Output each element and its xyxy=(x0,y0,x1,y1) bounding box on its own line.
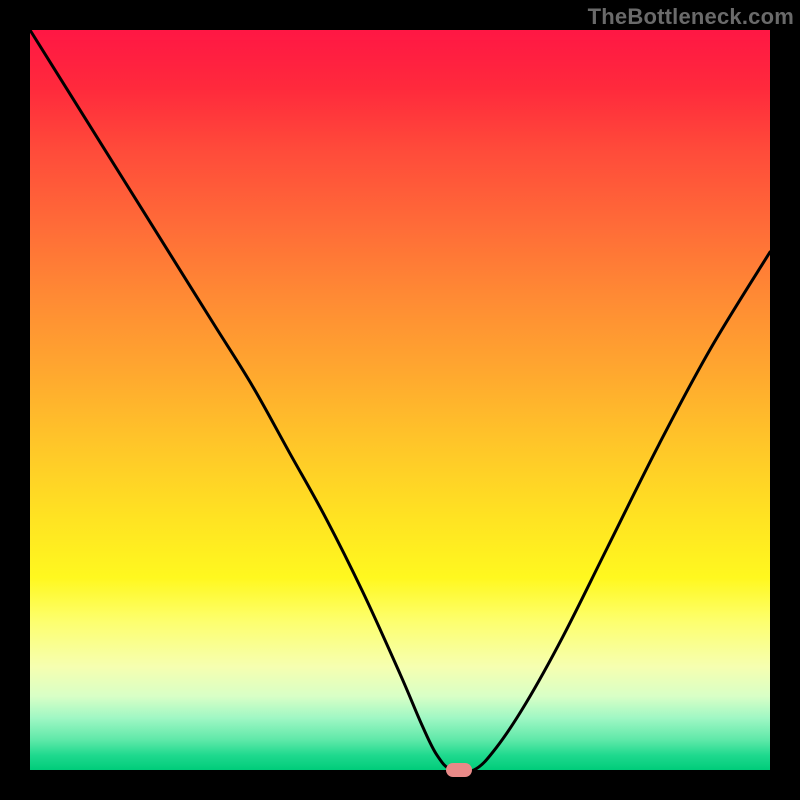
chart-frame: TheBottleneck.com xyxy=(0,0,800,800)
optimum-marker xyxy=(446,763,472,777)
bottleneck-curve xyxy=(30,30,770,770)
plot-area xyxy=(30,30,770,770)
watermark-text: TheBottleneck.com xyxy=(588,4,794,30)
curve-path xyxy=(30,30,770,773)
